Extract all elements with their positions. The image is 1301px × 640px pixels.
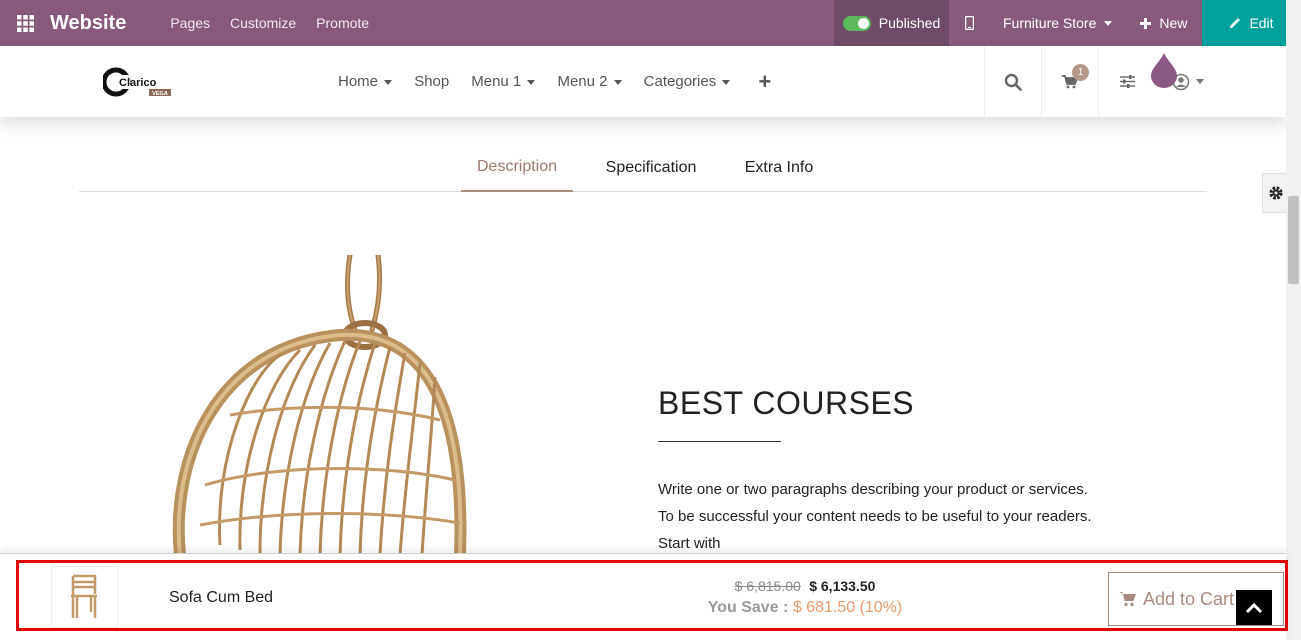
apps-grid-icon [16,14,34,32]
tab-specification[interactable]: Specification [591,144,711,192]
nav-categories[interactable]: Categories [644,73,731,90]
nav-categories-label: Categories [643,73,717,90]
heading-divider [658,441,781,442]
chevron-down-icon [1196,79,1204,84]
published-toggle[interactable]: Published [834,0,949,46]
new-button[interactable]: New [1126,0,1201,46]
sticky-prices: $ 6,815.00 $ 6,133.50 You Save : $ 681.5… [640,578,970,617]
site-header: Clarico VEGA Home Shop Menu 1 Menu 2 Cat… [0,46,1286,117]
logo-text: Clarico [119,77,157,89]
page-scrollbar[interactable] [1286,0,1301,640]
menu-customize[interactable]: Customize [230,15,296,31]
store-selector[interactable]: Furniture Store [989,0,1126,46]
admin-brand[interactable]: Website [50,12,126,35]
side-settings-button[interactable] [1262,173,1288,213]
search-button[interactable] [984,46,1041,117]
tab-extra-info[interactable]: Extra Info [729,144,829,192]
chevron-up-icon [1245,602,1263,613]
nav-menu-2-label: Menu 2 [557,73,608,90]
nav-shop[interactable]: Shop [414,73,449,90]
menu-promote[interactable]: Promote [316,15,369,31]
sliders-icon [1119,75,1135,88]
add-menu-plus-icon[interactable]: + [758,69,771,95]
header-icons: 1 [984,46,1155,117]
nav-home[interactable]: Home [338,73,393,90]
chevron-down-icon [384,79,393,85]
nav-menu-2[interactable]: Menu 2 [557,73,622,90]
admin-right-group: Published Furniture Store New [834,0,1201,46]
savings-label: You Save : [707,599,789,616]
search-icon [1004,73,1022,91]
chevron-down-icon [722,79,731,85]
pencil-icon [1230,18,1241,28]
product-thumbnail [51,566,118,628]
cart-icon [1119,592,1136,607]
admin-bar: Website Pages Customize Promote Publishe… [0,0,1301,46]
hanging-chair-image [172,255,467,555]
filters-button[interactable] [1098,46,1155,117]
main-nav: Home Shop Menu 1 Menu 2 Categories + [338,46,771,117]
mobile-preview-button[interactable] [949,0,989,46]
new-price: $ 6,133.50 [809,578,876,594]
store-label: Furniture Store [1003,15,1097,31]
product-tabs: Description Specification Extra Info [79,144,1207,192]
chevron-down-icon [527,79,536,85]
tab-description[interactable]: Description [461,144,573,192]
cart-count-badge: 1 [1072,64,1089,81]
logo-sub: VEGA [152,91,168,97]
toggle-switch[interactable] [842,15,871,31]
chevron-down-icon [1104,20,1113,26]
gear-icon [1268,186,1283,200]
section-paragraph: Write one or two paragraphs describing y… [658,476,1118,557]
section-heading: BEST COURSES [658,385,915,421]
sticky-product-name: Sofa Cum Bed [169,589,274,606]
plus-icon [1140,17,1152,29]
apps-button[interactable] [0,0,50,46]
nav-home-label: Home [338,73,379,90]
cursor-drop-icon [1151,53,1177,88]
add-to-cart-label: Add to Cart [1143,588,1235,609]
site-logo[interactable]: Clarico VEGA [103,66,173,98]
new-label: New [1159,15,1188,31]
savings-line: You Save : $ 681.50 (10%) [640,599,970,617]
back-to-top-button[interactable] [1236,590,1272,625]
paragraph-line: Write one or two paragraphs describing y… [658,481,1088,498]
nav-menu-1-label: Menu 1 [471,73,522,90]
paragraph-line: To be successful your content needs to b… [658,508,1092,525]
old-price: $ 6,815.00 [734,578,801,594]
nav-menu-1[interactable]: Menu 1 [471,73,536,90]
savings-amount: $ 681.50 (10%) [792,599,903,616]
cart-button[interactable]: 1 [1041,46,1098,117]
chevron-down-icon [613,79,622,85]
mobile-icon [964,16,974,30]
menu-pages[interactable]: Pages [170,15,210,31]
chair-thumbnail-image [70,574,97,618]
published-label: Published [878,15,941,31]
edit-label: Edit [1249,15,1274,31]
admin-menu: Pages Customize Promote [170,15,369,31]
scrollbar-thumb[interactable] [1288,196,1299,284]
